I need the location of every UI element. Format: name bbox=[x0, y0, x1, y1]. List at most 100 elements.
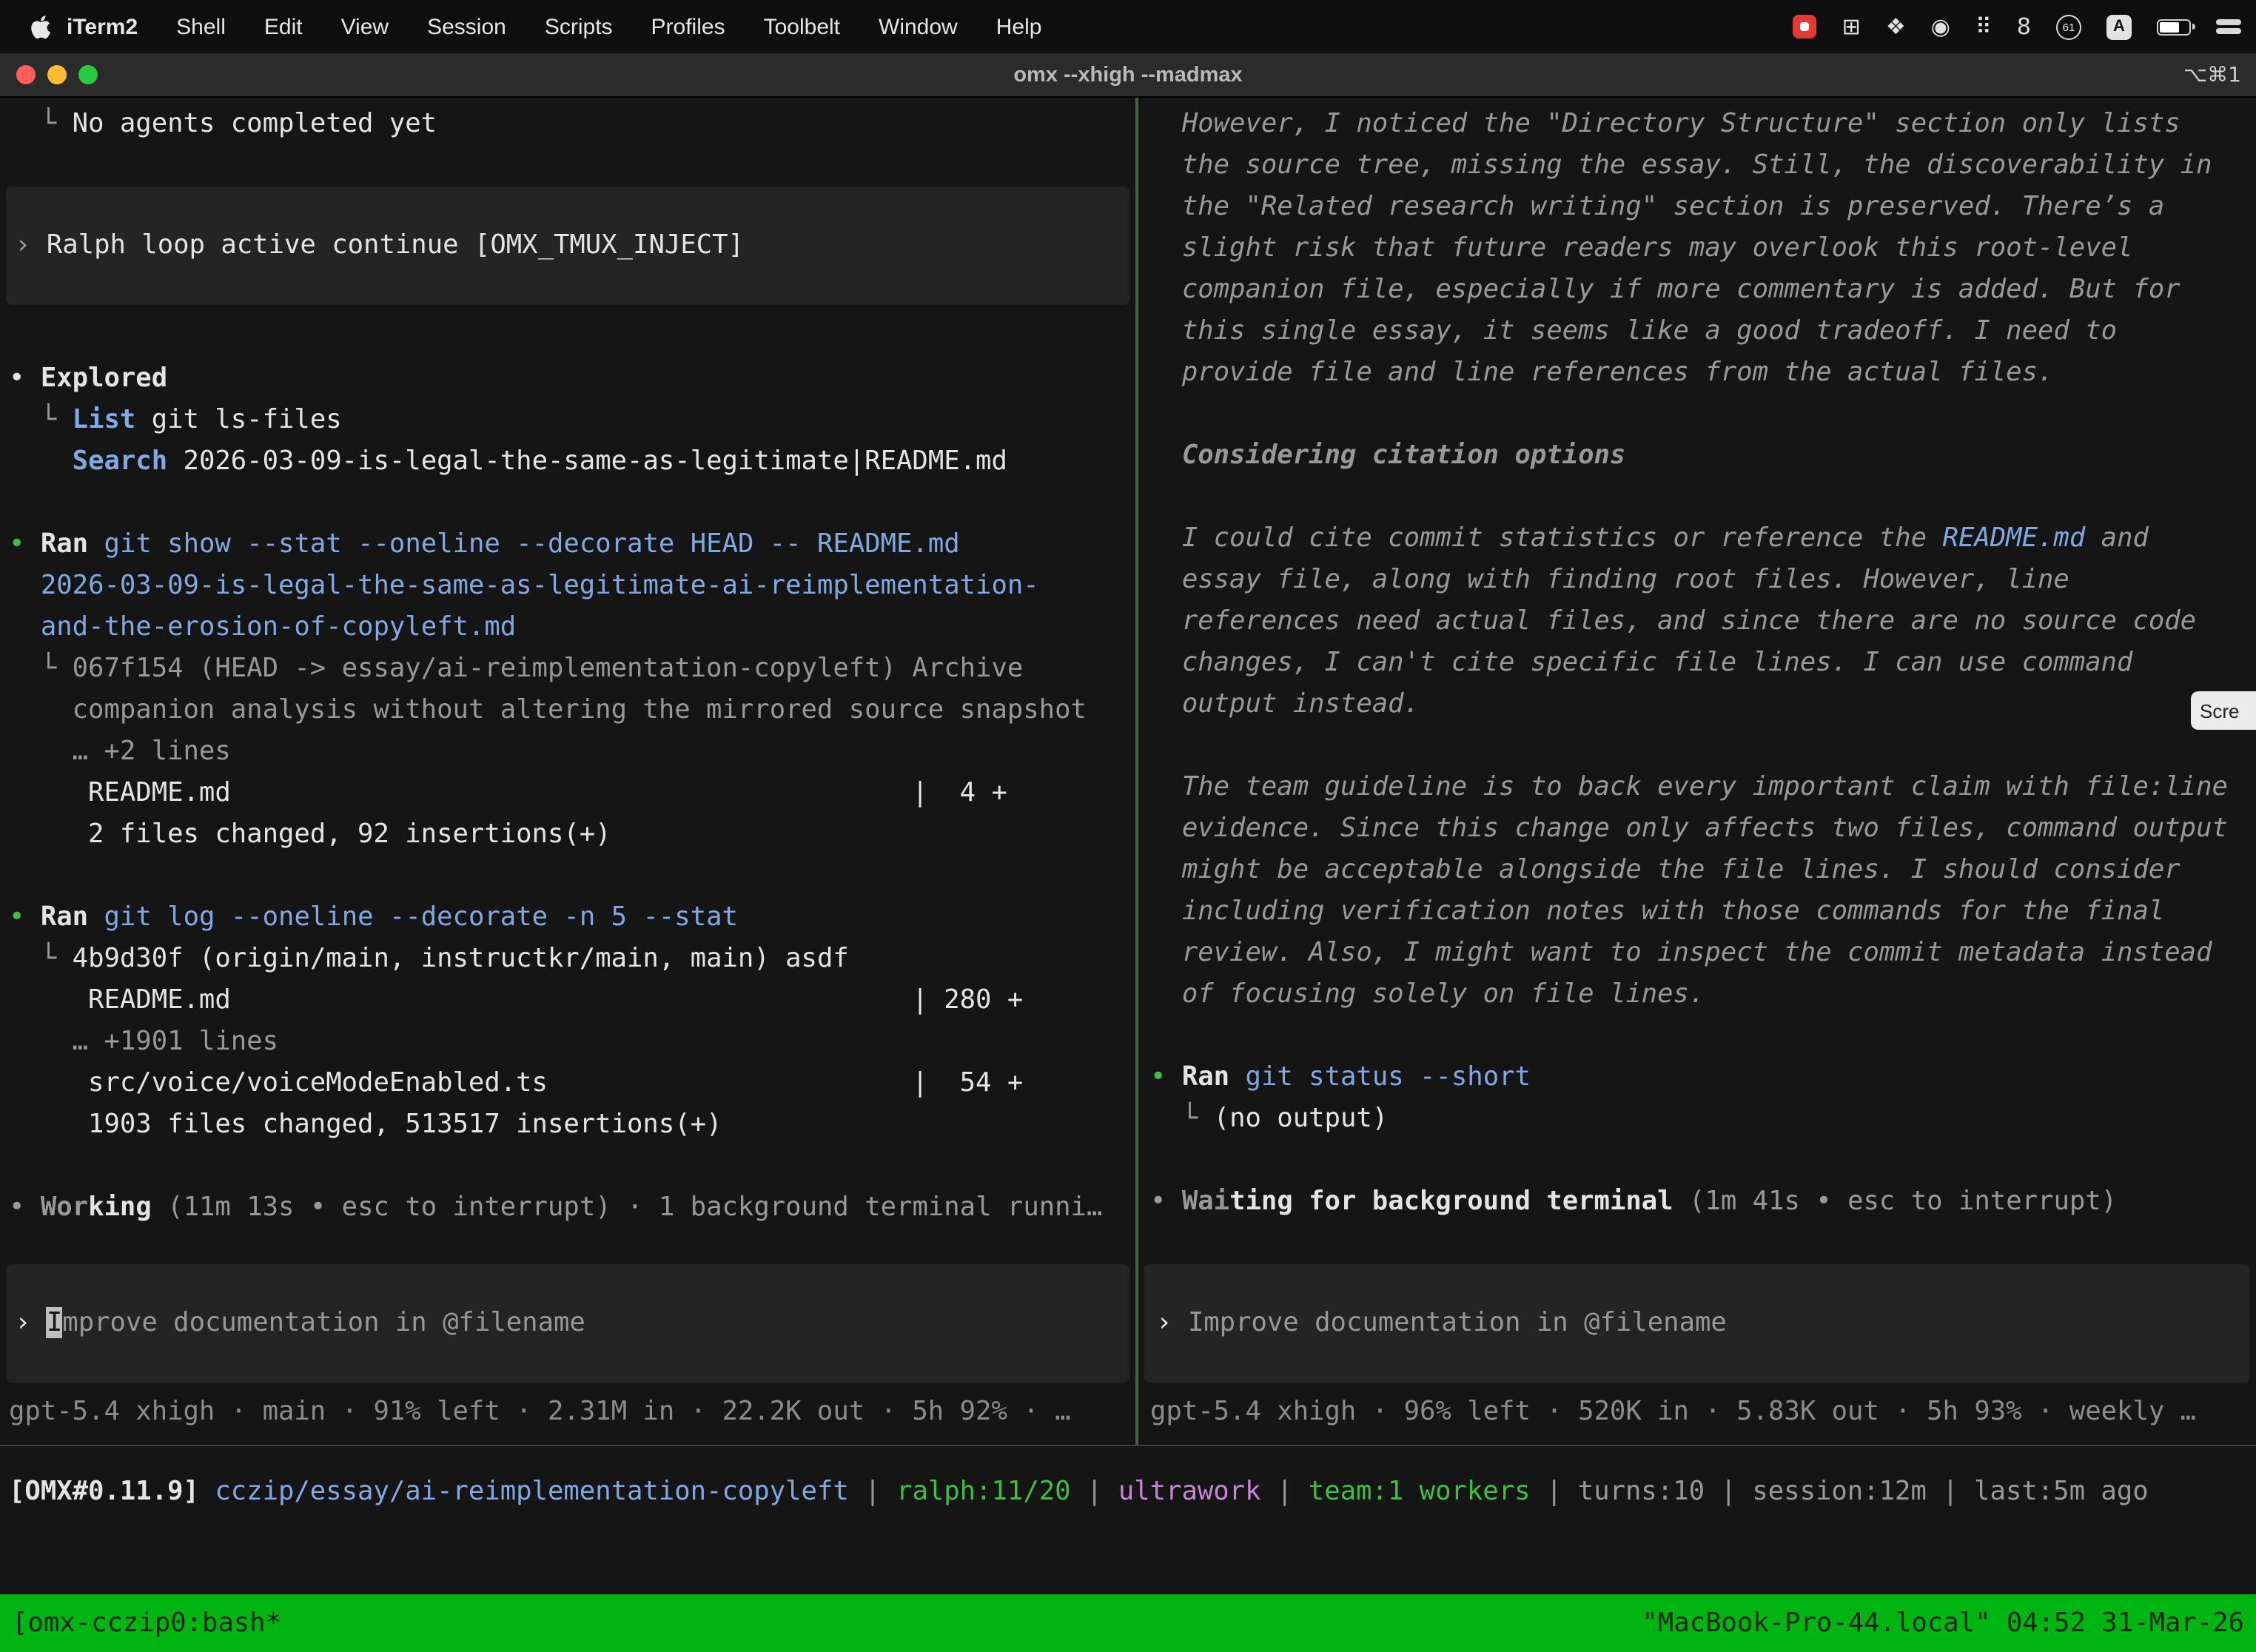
grid-icon[interactable]: ⊞ bbox=[1842, 13, 1861, 40]
omx-status-segment: team:1 workers bbox=[1309, 1475, 1531, 1506]
terminal-line: essay file, along with finding root file… bbox=[1138, 560, 2256, 601]
terminal-line: output instead. bbox=[1138, 684, 2256, 725]
terminal-line: └ 4b9d30f (origin/main, instructkr/main,… bbox=[0, 939, 1135, 980]
terminal-line: However, I noticed the "Directory Struct… bbox=[1138, 104, 2256, 145]
menu-item-iterm2[interactable]: iTerm2 bbox=[67, 14, 138, 39]
terminal-block: • Ran git status --short └ (no output) bbox=[1138, 1057, 2256, 1140]
menu-item-shell[interactable]: Shell bbox=[176, 14, 226, 39]
menu-bar: iTerm2 Shell Edit View Session Scripts Profile… bbox=[0, 0, 2256, 53]
terminal-line: companion file, especially if more comme… bbox=[1138, 269, 2256, 311]
menu-item-view[interactable]: View bbox=[341, 14, 389, 39]
terminal-line: └ No agents completed yet bbox=[0, 104, 1135, 145]
menu-item-help[interactable]: Help bbox=[996, 14, 1042, 39]
terminal-line: this single essay, it seems like a good … bbox=[1138, 311, 2256, 352]
circle-icon[interactable]: ◉ bbox=[1931, 13, 1950, 40]
pane-status-left: gpt-5.4 xhigh · main · 91% left · 2.31M … bbox=[0, 1391, 1135, 1433]
terminal-line: might be acceptable alongside the file l… bbox=[1138, 850, 2256, 891]
omx-status-segment: turns:10 bbox=[1578, 1475, 1705, 1506]
terminal-line: └ 067f154 (HEAD -> essay/ai-reimplementa… bbox=[0, 648, 1135, 690]
terminal-line: • Explored bbox=[0, 358, 1135, 400]
terminal-block: └ No agents completed yet bbox=[0, 104, 1135, 145]
pane-right-content: However, I noticed the "Directory Struct… bbox=[1138, 104, 2256, 1223]
terminal-line: and-the-erosion-of-copyleft.md bbox=[0, 607, 1135, 648]
omx-status-segment: | bbox=[1927, 1475, 1974, 1506]
omx-status-segment: | bbox=[1531, 1475, 1578, 1506]
droplet-icon[interactable]: ❖ bbox=[1886, 13, 1906, 40]
terminal-block: • Ran git log --oneline --decorate -n 5 … bbox=[0, 897, 1135, 1146]
terminal-line: … +1901 lines bbox=[0, 1021, 1135, 1063]
digit-8-icon[interactable]: 8 bbox=[2017, 13, 2031, 40]
omx-status-segment: | bbox=[1071, 1475, 1118, 1506]
omx-status-segment: cczip/essay/ai-reimplementation-copyleft bbox=[215, 1475, 848, 1506]
omx-status-segment: | bbox=[1705, 1475, 1752, 1506]
omx-status-segment: | bbox=[1261, 1475, 1309, 1506]
omx-status-segment: last:5m ago bbox=[1974, 1475, 2149, 1506]
terminal-block: • Waiting for background terminal (1m 41… bbox=[1138, 1181, 2256, 1223]
terminal-block: • Working (11m 13s • esc to interrupt) ·… bbox=[0, 1187, 1135, 1229]
terminal-line: evidence. Since this change only affects… bbox=[1138, 808, 2256, 850]
menu-item-toolbelt[interactable]: Toolbelt bbox=[764, 14, 840, 39]
terminal-line: › Improve documentation in @filename bbox=[6, 1303, 1129, 1344]
terminal-line: … +2 lines bbox=[0, 731, 1135, 773]
prompt-input-right[interactable]: › Improve documentation in @filename bbox=[1144, 1264, 2250, 1383]
ralph-loop-banner[interactable]: › Ralph loop active continue [OMX_TMUX_I… bbox=[6, 187, 1129, 305]
terminal-line: └ List git ls-files bbox=[0, 400, 1135, 441]
menu-item-session[interactable]: Session bbox=[427, 14, 506, 39]
terminal-line: • Waiting for background terminal (1m 41… bbox=[1138, 1181, 2256, 1223]
terminal-block: • Ran git show --stat --oneline --decora… bbox=[0, 524, 1135, 856]
screen-overlay-tab[interactable]: Scre bbox=[2191, 691, 2256, 730]
tmux-session-info: [omx-cczip0:bash* bbox=[12, 1608, 281, 1639]
omx-status-segment: session:12m bbox=[1752, 1475, 1927, 1506]
pane-left-content: └ No agents completed yet › Ralph loop ac… bbox=[0, 104, 1135, 1229]
prompt-input-left[interactable]: › Improve documentation in @filename bbox=[6, 1264, 1129, 1383]
pane-left: └ No agents completed yet › Ralph loop ac… bbox=[0, 98, 1138, 1445]
terminal-line: companion analysis without altering the … bbox=[0, 690, 1135, 731]
terminal-line: provide file and line references from th… bbox=[1138, 352, 2256, 394]
battery-icon[interactable] bbox=[2157, 19, 2191, 35]
pane-right: However, I noticed the "Directory Struct… bbox=[1138, 98, 2256, 1445]
menubar-status-icons: ⊞ ❖ ◉ ⠿ 8 61 A bbox=[1793, 13, 2256, 40]
dots-grid-icon[interactable]: ⠿ bbox=[1975, 13, 1992, 40]
terminal-line: Search 2026-03-09-is-legal-the-same-as-l… bbox=[0, 441, 1135, 483]
apple-menu-icon[interactable] bbox=[30, 14, 52, 39]
terminal-line: src/voice/voiceModeEnabled.ts | 54 + bbox=[0, 1063, 1135, 1104]
terminal-line: • Working (11m 13s • esc to interrupt) ·… bbox=[0, 1187, 1135, 1229]
gauge-61-icon[interactable]: 61 bbox=[2056, 14, 2081, 39]
menu-item-profiles[interactable]: Profiles bbox=[651, 14, 725, 39]
menu-item-list: iTerm2 Shell Edit View Session Scripts Profile… bbox=[67, 14, 1041, 39]
terminal-line: the "Related research writing" section i… bbox=[1138, 187, 2256, 228]
terminal-line: 1903 files changed, 513517 insertions(+) bbox=[0, 1104, 1135, 1146]
terminal-block: • Explored └ List git ls-files Search 20… bbox=[0, 358, 1135, 483]
terminal-line: of focusing solely on file lines. bbox=[1138, 974, 2256, 1015]
window-title-bar[interactable]: omx --xhigh --madmax ⌥⌘1 bbox=[0, 53, 2256, 98]
terminal-line: I could cite commit statistics or refere… bbox=[1138, 518, 2256, 560]
terminal-line: review. Also, I might want to inspect th… bbox=[1138, 933, 2256, 974]
tmux-host-time: "MacBook-Pro-44.local" 04:52 31-Mar-26 bbox=[1642, 1608, 2244, 1639]
omx-status-segment: [OMX#0.11.9] bbox=[9, 1475, 215, 1506]
pane-status-right: gpt-5.4 xhigh · 96% left · 520K in · 5.8… bbox=[1138, 1391, 2256, 1433]
tmux-status-bar: [omx-cczip0:bash* "MacBook-Pro-44.local"… bbox=[0, 1594, 2256, 1652]
terminal-line: the source tree, missing the essay. Stil… bbox=[1138, 145, 2256, 187]
terminal-line: The team guideline is to back every impo… bbox=[1138, 767, 2256, 808]
terminal-line: › Ralph loop active continue [OMX_TMUX_I… bbox=[6, 225, 1129, 266]
terminal-block: I could cite commit statistics or refere… bbox=[1138, 518, 2256, 725]
terminal-line: references need actual files, and since … bbox=[1138, 601, 2256, 642]
control-center-icon[interactable] bbox=[2216, 19, 2241, 35]
terminal-line: Considering citation options bbox=[1138, 435, 2256, 477]
menu-item-scripts[interactable]: Scripts bbox=[545, 14, 613, 39]
terminal-block: However, I noticed the "Directory Struct… bbox=[1138, 104, 2256, 394]
recording-indicator-icon[interactable] bbox=[1793, 15, 1817, 38]
terminal-line: including verification notes with those … bbox=[1138, 891, 2256, 933]
terminal-block: The team guideline is to back every impo… bbox=[1138, 767, 2256, 1015]
menu-item-window[interactable]: Window bbox=[879, 14, 958, 39]
terminal-line: • Ran git status --short bbox=[1138, 1057, 2256, 1098]
keyboard-layout-icon[interactable]: A bbox=[2106, 14, 2132, 39]
window-title: omx --xhigh --madmax bbox=[0, 63, 2256, 87]
terminal-block: Considering citation options bbox=[1138, 435, 2256, 477]
terminal-line: • Ran git log --oneline --decorate -n 5 … bbox=[0, 897, 1135, 939]
terminal-line: 2 files changed, 92 insertions(+) bbox=[0, 814, 1135, 856]
menu-item-edit[interactable]: Edit bbox=[264, 14, 303, 39]
desktop: iTerm2 Shell Edit View Session Scripts Profile… bbox=[0, 0, 2256, 1652]
terminal-line: README.md | 4 + bbox=[0, 773, 1135, 814]
omx-status-segment: ralph:11/20 bbox=[896, 1475, 1071, 1506]
